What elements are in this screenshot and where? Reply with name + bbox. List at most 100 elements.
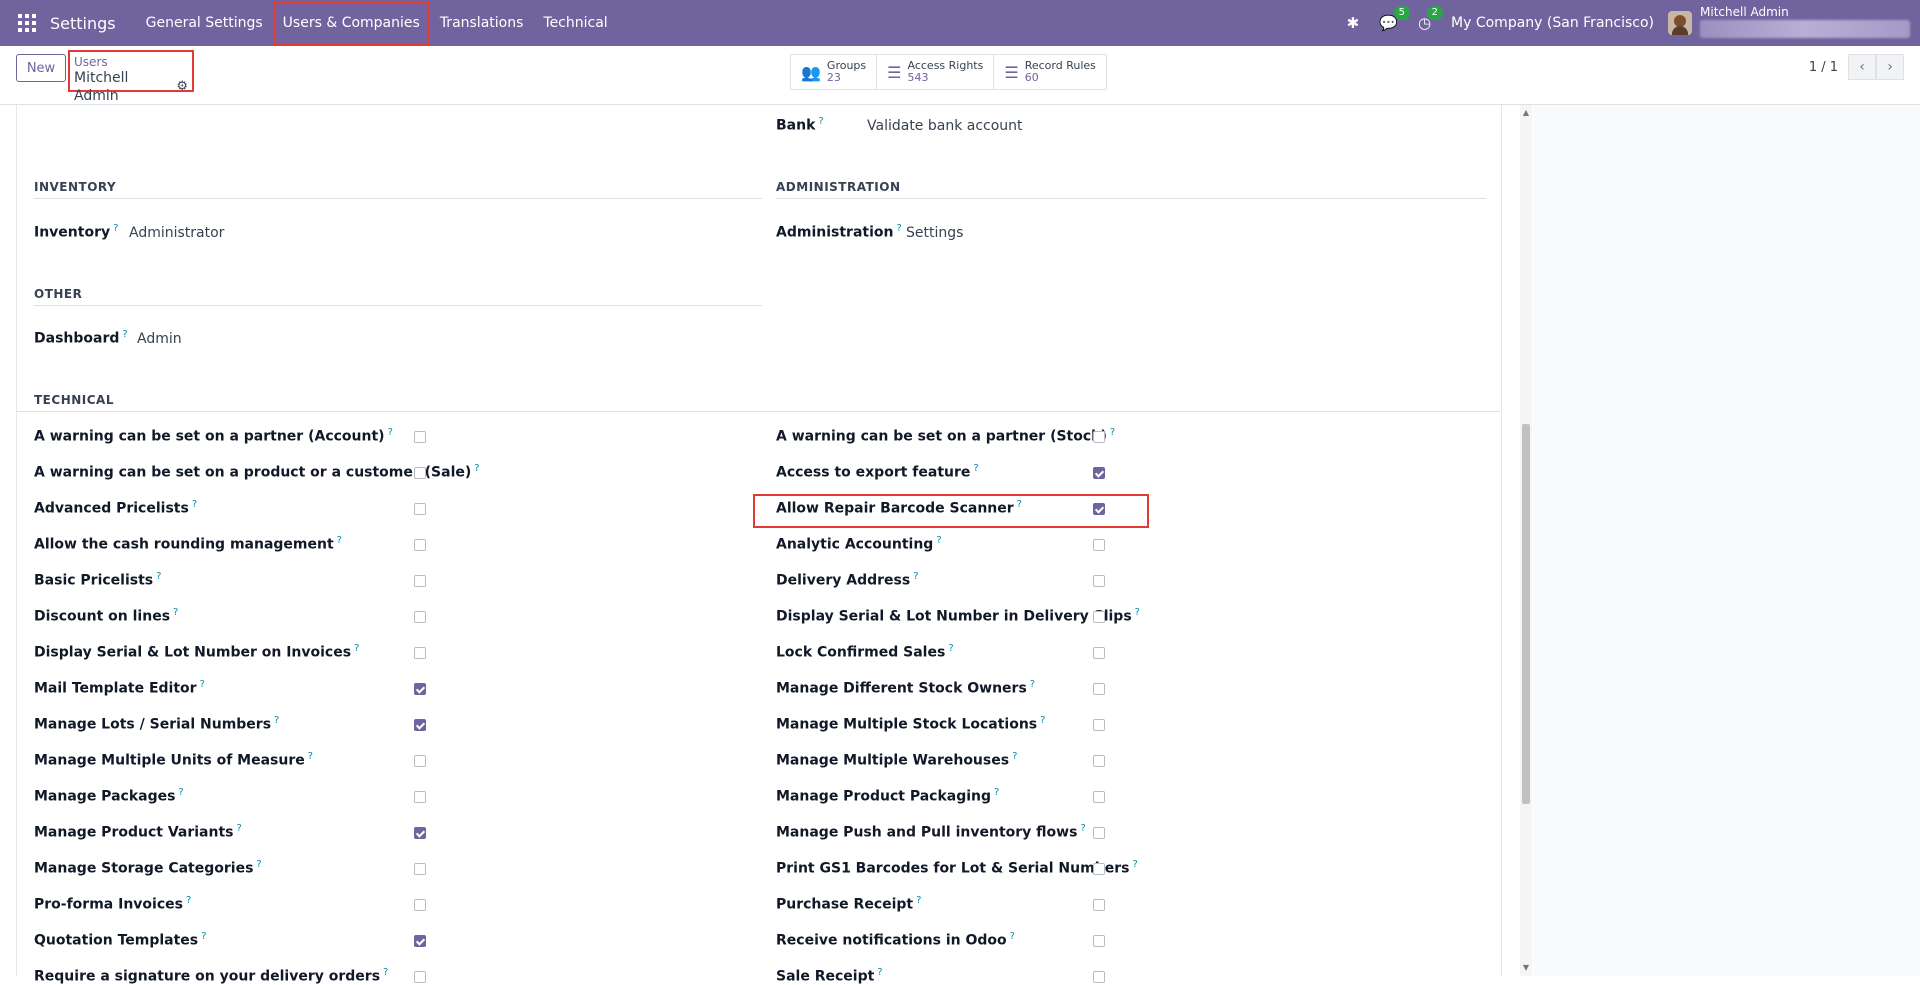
administration-label-text: Administration	[776, 224, 894, 241]
app-brand[interactable]: Settings	[50, 14, 116, 33]
help-icon[interactable]: ?	[994, 787, 999, 798]
technical-option-checkbox[interactable]	[414, 755, 426, 767]
technical-option-checkbox[interactable]	[1093, 611, 1105, 623]
administration-value[interactable]: Settings	[906, 225, 963, 241]
help-icon[interactable]: ?	[173, 607, 178, 618]
technical-option-checkbox[interactable]	[414, 863, 426, 875]
help-icon[interactable]: ?	[973, 463, 978, 474]
help-icon[interactable]: ?	[388, 427, 393, 438]
technical-option-checkbox[interactable]	[414, 647, 426, 659]
help-icon[interactable]: ?	[308, 751, 313, 762]
bank-value[interactable]: Validate bank account	[867, 118, 1023, 134]
record-rules-stat-button[interactable]: ☰ Record Rules 60	[994, 55, 1106, 89]
technical-option-text: Advanced Pricelists	[34, 500, 189, 517]
technical-option-checkbox[interactable]	[1093, 755, 1105, 767]
help-icon[interactable]: ?	[201, 931, 206, 942]
technical-option-checkbox[interactable]	[414, 719, 426, 731]
help-icon[interactable]: ?	[354, 643, 359, 654]
company-switcher[interactable]: My Company (San Francisco)	[1451, 15, 1654, 31]
help-icon[interactable]: ?	[1132, 859, 1137, 870]
menu-users-companies[interactable]: Users & Companies	[273, 0, 430, 46]
groups-stat-button[interactable]: 👥 Groups 23	[791, 55, 878, 89]
help-icon[interactable]: ?	[200, 679, 205, 690]
help-icon[interactable]: ?	[113, 223, 118, 234]
help-icon[interactable]: ?	[1110, 427, 1115, 438]
administration-label: Administration?	[776, 223, 902, 241]
help-icon[interactable]: ?	[186, 895, 191, 906]
technical-option-checkbox[interactable]	[414, 683, 426, 695]
inventory-value[interactable]: Administrator	[129, 225, 224, 241]
scrollbar-thumb[interactable]	[1522, 424, 1530, 804]
help-icon[interactable]: ?	[1135, 607, 1140, 618]
help-icon[interactable]: ?	[236, 823, 241, 834]
help-icon[interactable]: ?	[1040, 715, 1045, 726]
help-icon[interactable]: ?	[122, 329, 127, 340]
new-button[interactable]: New	[16, 54, 66, 82]
help-icon[interactable]: ?	[1030, 679, 1035, 690]
technical-option-checkbox[interactable]	[1093, 683, 1105, 695]
pager-previous-button[interactable]: ‹	[1848, 54, 1876, 80]
technical-option-checkbox[interactable]	[1093, 899, 1105, 911]
technical-option-checkbox[interactable]	[414, 539, 426, 551]
help-icon[interactable]: ?	[274, 715, 279, 726]
debug-bug-icon[interactable]: ✱	[1347, 14, 1360, 32]
chat-icon[interactable]: 💬 5	[1379, 6, 1410, 32]
help-icon[interactable]: ?	[192, 499, 197, 510]
activity-clock-icon[interactable]: ◷ 2	[1418, 6, 1444, 32]
technical-option-checkbox[interactable]	[1093, 431, 1105, 443]
technical-option-checkbox[interactable]	[1093, 791, 1105, 803]
technical-option-checkbox[interactable]	[1093, 863, 1105, 875]
help-icon[interactable]: ?	[383, 967, 388, 978]
help-icon[interactable]: ?	[877, 967, 882, 978]
technical-option-checkbox[interactable]	[414, 503, 426, 515]
help-icon[interactable]: ?	[1010, 931, 1015, 942]
help-icon[interactable]: ?	[896, 223, 901, 234]
technical-option-checkbox[interactable]	[1093, 827, 1105, 839]
user-name: Mitchell Admin	[1700, 5, 1789, 19]
technical-option-checkbox[interactable]	[1093, 467, 1105, 479]
technical-option-checkbox[interactable]	[414, 899, 426, 911]
pager-value[interactable]: 1 / 1	[1809, 60, 1838, 75]
technical-option-checkbox[interactable]	[1093, 935, 1105, 947]
help-icon[interactable]: ?	[1012, 751, 1017, 762]
menu-technical[interactable]: Technical	[533, 0, 617, 46]
user-menu[interactable]: Mitchell Admin	[1700, 0, 1920, 46]
technical-option-checkbox[interactable]	[1093, 575, 1105, 587]
technical-option-checkbox[interactable]	[1093, 647, 1105, 659]
technical-option-checkbox[interactable]	[414, 827, 426, 839]
technical-option-checkbox[interactable]	[414, 575, 426, 587]
technical-option-checkbox[interactable]	[414, 611, 426, 623]
help-icon[interactable]: ?	[913, 571, 918, 582]
access-rights-stat-button[interactable]: ☰ Access Rights 543	[877, 55, 995, 89]
help-icon[interactable]: ?	[818, 116, 823, 127]
user-avatar[interactable]	[1668, 11, 1692, 35]
dashboard-value[interactable]: Admin	[137, 331, 182, 347]
help-icon[interactable]: ?	[337, 535, 342, 546]
technical-option-checkbox[interactable]	[414, 431, 426, 443]
apps-menu-icon[interactable]	[18, 14, 36, 32]
technical-option-text: Manage Multiple Stock Locations	[776, 716, 1038, 733]
technical-option-checkbox[interactable]	[1093, 539, 1105, 551]
help-icon[interactable]: ?	[916, 895, 921, 906]
help-icon[interactable]: ?	[936, 535, 941, 546]
technical-option-checkbox[interactable]	[1093, 971, 1105, 983]
technical-option-checkbox[interactable]	[414, 467, 426, 479]
help-icon[interactable]: ?	[474, 463, 479, 474]
help-icon[interactable]: ?	[256, 859, 261, 870]
technical-option-checkbox[interactable]	[414, 935, 426, 947]
technical-option-checkbox[interactable]	[414, 971, 426, 983]
technical-option-text: Allow the cash rounding management	[34, 536, 334, 553]
help-icon[interactable]: ?	[1080, 823, 1085, 834]
scroll-up-arrow[interactable]: ▲	[1520, 107, 1532, 119]
technical-option-checkbox[interactable]	[1093, 719, 1105, 731]
gear-icon[interactable]: ⚙	[176, 78, 188, 96]
help-icon[interactable]: ?	[156, 571, 161, 582]
technical-option-checkbox[interactable]	[414, 791, 426, 803]
pager-next-button[interactable]: ›	[1876, 54, 1904, 80]
menu-translations[interactable]: Translations	[430, 0, 534, 46]
breadcrumb-parent-users[interactable]: Users	[74, 55, 188, 69]
scroll-down-arrow[interactable]: ▼	[1520, 962, 1532, 974]
menu-general-settings[interactable]: General Settings	[136, 0, 273, 46]
help-icon[interactable]: ?	[948, 643, 953, 654]
help-icon[interactable]: ?	[178, 787, 183, 798]
